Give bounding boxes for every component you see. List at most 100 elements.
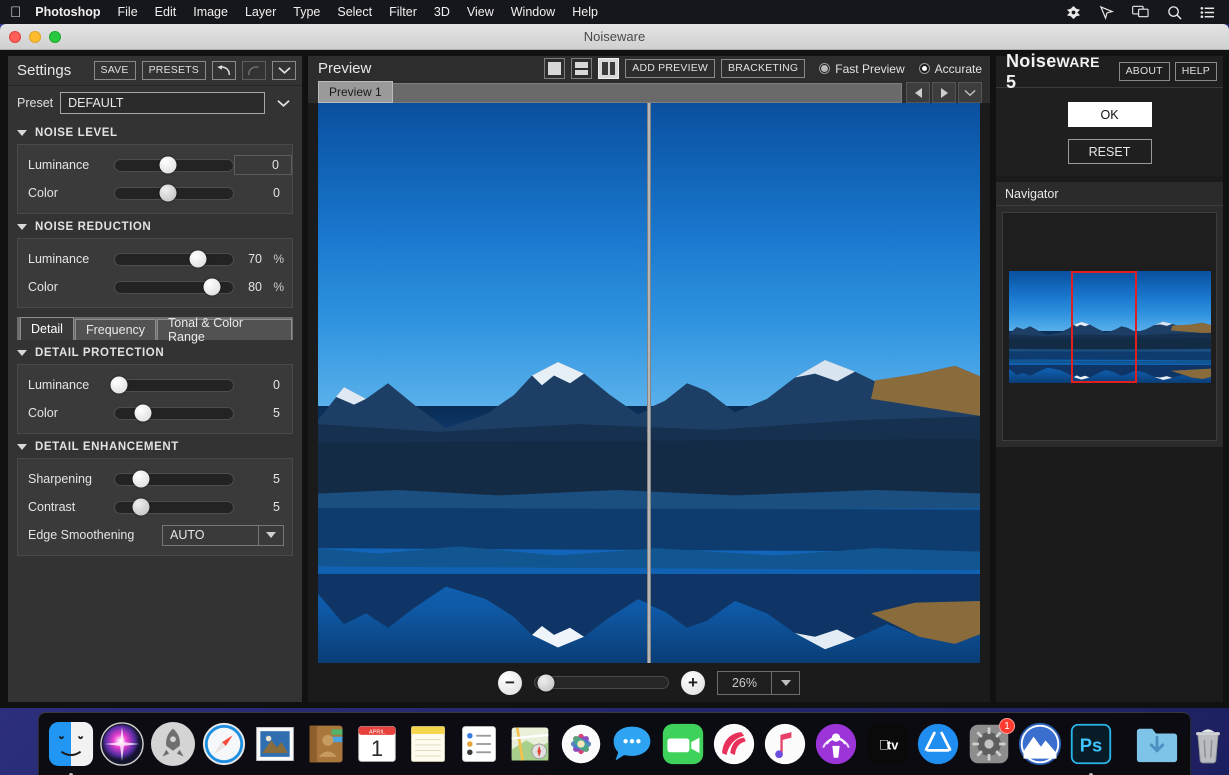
preview-tab-1[interactable]: Preview 1: [318, 81, 393, 103]
zoom-out-button[interactable]: −: [498, 671, 522, 695]
view-mode-vertical-split-icon[interactable]: [598, 58, 619, 79]
dock-item-maps[interactable]: [506, 720, 554, 768]
radio-fast-preview[interactable]: Fast Preview: [819, 62, 904, 76]
navigator-body[interactable]: [1002, 212, 1217, 441]
save-button[interactable]: SAVE: [94, 61, 136, 80]
menu-item-select[interactable]: Select: [337, 5, 372, 19]
preset-chevron-down-icon[interactable]: [272, 92, 294, 114]
dock-item-trash[interactable]: [1184, 720, 1229, 768]
dock-item-app-store[interactable]: [914, 720, 962, 768]
slider-knob[interactable]: [110, 377, 127, 394]
tab-frequency[interactable]: Frequency: [75, 319, 156, 340]
noise-level-luminance-value[interactable]: 0: [234, 155, 292, 175]
slider-knob[interactable]: [132, 471, 149, 488]
triangle-left-icon[interactable]: [906, 82, 930, 103]
view-mode-horizontal-split-icon[interactable]: [571, 58, 592, 79]
dock-item-mail[interactable]: [251, 720, 299, 768]
tab-tonal-color-range[interactable]: Tonal & Color Range: [157, 319, 292, 340]
navigator-viewport-rect[interactable]: [1071, 271, 1137, 383]
add-preview-button[interactable]: ADD PREVIEW: [625, 59, 715, 78]
app-status-icon[interactable]: [1066, 5, 1081, 20]
ok-button[interactable]: OK: [1068, 102, 1152, 127]
noise-level-color-value[interactable]: 0: [234, 186, 292, 200]
dock-item-photos[interactable]: [557, 720, 605, 768]
menu-item-photoshop[interactable]: Photoshop: [35, 5, 100, 19]
dock-item-podcasts[interactable]: [812, 720, 860, 768]
menu-item-3d[interactable]: 3D: [434, 5, 450, 19]
menu-item-file[interactable]: File: [118, 5, 138, 19]
dock-item-messages[interactable]: [608, 720, 656, 768]
undo-arrow-icon[interactable]: [212, 61, 236, 80]
noise-level-color-slider[interactable]: [114, 187, 234, 200]
reset-button[interactable]: RESET: [1068, 139, 1152, 164]
preview-canvas[interactable]: [318, 103, 980, 663]
dock-item-downloads-folder[interactable]: [1133, 720, 1181, 768]
zoom-in-button[interactable]: +: [681, 671, 705, 695]
control-center-icon[interactable]: [1200, 6, 1215, 19]
noise-reduction-luminance-value[interactable]: 70: [242, 252, 262, 266]
menu-item-window[interactable]: Window: [511, 5, 555, 19]
zoom-chevron-down-icon[interactable]: [772, 671, 800, 695]
disclosure-triangle-icon[interactable]: [17, 350, 27, 356]
dock-item-photo-app[interactable]: [1016, 720, 1064, 768]
slider-knob[interactable]: [132, 499, 149, 516]
apple-icon[interactable]: : [10, 5, 21, 20]
section-header-noise-level[interactable]: NOISE LEVEL: [8, 120, 302, 144]
sharpening-value[interactable]: 5: [234, 472, 292, 486]
dock-item-apple-tv[interactable]: tv: [863, 720, 911, 768]
view-mode-single-icon[interactable]: [544, 58, 565, 79]
dock-item-system-preferences[interactable]: 1: [965, 720, 1013, 768]
detail-protection-luminance-slider[interactable]: [114, 379, 234, 392]
section-header-noise-reduction[interactable]: NOISE REDUCTION: [8, 214, 302, 238]
dock-item-notes[interactable]: [404, 720, 452, 768]
zoom-level-value[interactable]: 26%: [717, 671, 772, 695]
noise-reduction-luminance-slider[interactable]: [114, 253, 234, 266]
slider-knob[interactable]: [203, 279, 220, 296]
search-icon[interactable]: [1167, 5, 1182, 20]
menu-item-filter[interactable]: Filter: [389, 5, 417, 19]
zoom-slider[interactable]: [534, 676, 669, 689]
radio-accurate[interactable]: Accurate: [919, 62, 982, 76]
slider-knob[interactable]: [135, 405, 152, 422]
about-button[interactable]: ABOUT: [1119, 62, 1170, 81]
menu-item-view[interactable]: View: [467, 5, 494, 19]
dock-item-music[interactable]: [761, 720, 809, 768]
contrast-value[interactable]: 5: [234, 500, 292, 514]
settings-menu-chevron-down-icon[interactable]: [272, 61, 296, 80]
dock-item-siri[interactable]: [98, 720, 146, 768]
noise-level-luminance-slider[interactable]: [114, 159, 234, 172]
dock-item-launchpad[interactable]: [149, 720, 197, 768]
menu-item-edit[interactable]: Edit: [155, 5, 177, 19]
disclosure-triangle-icon[interactable]: [17, 224, 27, 230]
triangle-right-icon[interactable]: [932, 82, 956, 103]
slider-knob[interactable]: [160, 185, 177, 202]
dock-item-photoshop[interactable]: Ps: [1067, 720, 1115, 768]
sharpening-slider[interactable]: [114, 473, 234, 486]
dock-item-safari[interactable]: [200, 720, 248, 768]
menu-item-image[interactable]: Image: [193, 5, 228, 19]
preview-tab-chevron-down-icon[interactable]: [958, 82, 982, 103]
navigator-thumbnail[interactable]: [1009, 271, 1211, 383]
menu-item-type[interactable]: Type: [293, 5, 320, 19]
dock-item-calendar[interactable]: APRIL1: [353, 720, 401, 768]
redo-arrow-icon[interactable]: [242, 61, 266, 80]
menu-item-help[interactable]: Help: [572, 5, 598, 19]
detail-protection-luminance-value[interactable]: 0: [234, 378, 292, 392]
preview-pane-original[interactable]: [318, 103, 647, 663]
menu-item-layer[interactable]: Layer: [245, 5, 276, 19]
slider-knob[interactable]: [160, 157, 177, 174]
detail-protection-color-slider[interactable]: [114, 407, 234, 420]
presets-button[interactable]: PRESETS: [142, 61, 206, 80]
disclosure-triangle-icon[interactable]: [17, 130, 27, 136]
chevron-down-icon[interactable]: [258, 526, 283, 545]
detail-protection-color-value[interactable]: 5: [234, 406, 292, 420]
noise-reduction-color-value[interactable]: 80: [242, 280, 262, 294]
bracketing-button[interactable]: BRACKETING: [721, 59, 805, 78]
tab-detail[interactable]: Detail: [20, 317, 74, 340]
dock-item-reminders[interactable]: [455, 720, 503, 768]
dock-item-news[interactable]: [710, 720, 758, 768]
contrast-slider[interactable]: [114, 501, 234, 514]
screen-mirroring-icon[interactable]: [1132, 5, 1149, 19]
dock-item-finder[interactable]: [47, 720, 95, 768]
edge-smoothening-select[interactable]: AUTO: [162, 525, 284, 546]
